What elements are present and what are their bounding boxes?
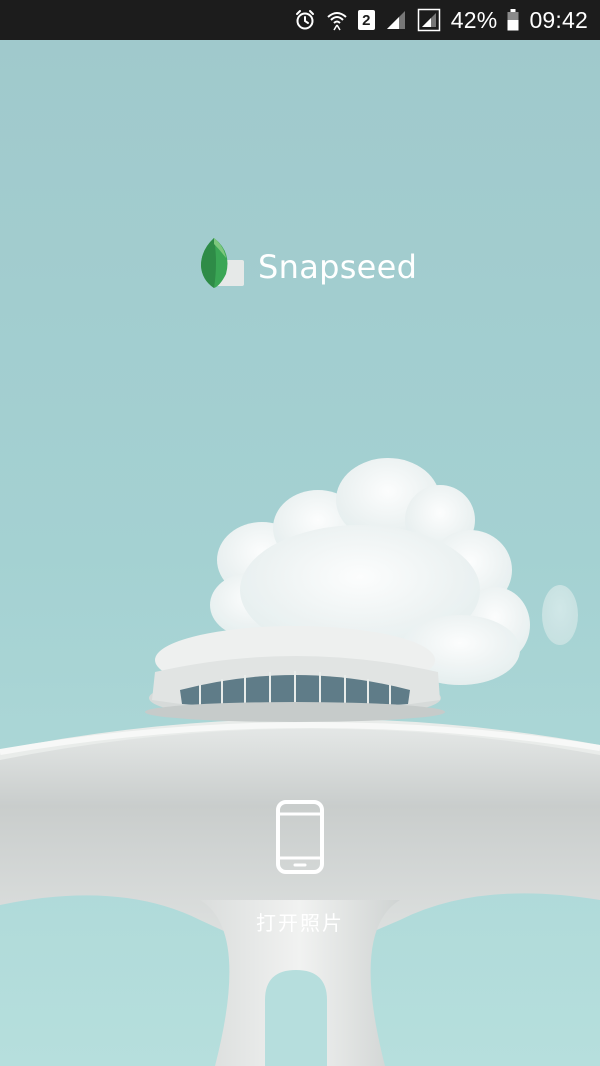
battery-percent: 42% (450, 6, 498, 33)
app-logo: Snapseed (198, 236, 417, 297)
alarm-icon (294, 9, 316, 31)
open-photo-button[interactable]: 打开照片 (230, 800, 370, 935)
status-bar: 2 42% 09:42 (0, 0, 600, 40)
sim-badge: 2 (357, 10, 375, 30)
signal-icon-2 (417, 8, 441, 32)
snapseed-leaf-icon (198, 236, 246, 297)
snapseed-welcome-screen: 2 42% 09:42 Snapseed 打开照片 (0, 0, 600, 1066)
battery-icon (507, 9, 519, 31)
app-name: Snapseed (258, 247, 418, 286)
clock: 09:42 (529, 6, 588, 33)
wifi-icon (326, 9, 348, 31)
open-photo-label: 打开照片 (256, 911, 344, 935)
phone-icon (276, 800, 324, 879)
signal-icon (385, 9, 407, 31)
